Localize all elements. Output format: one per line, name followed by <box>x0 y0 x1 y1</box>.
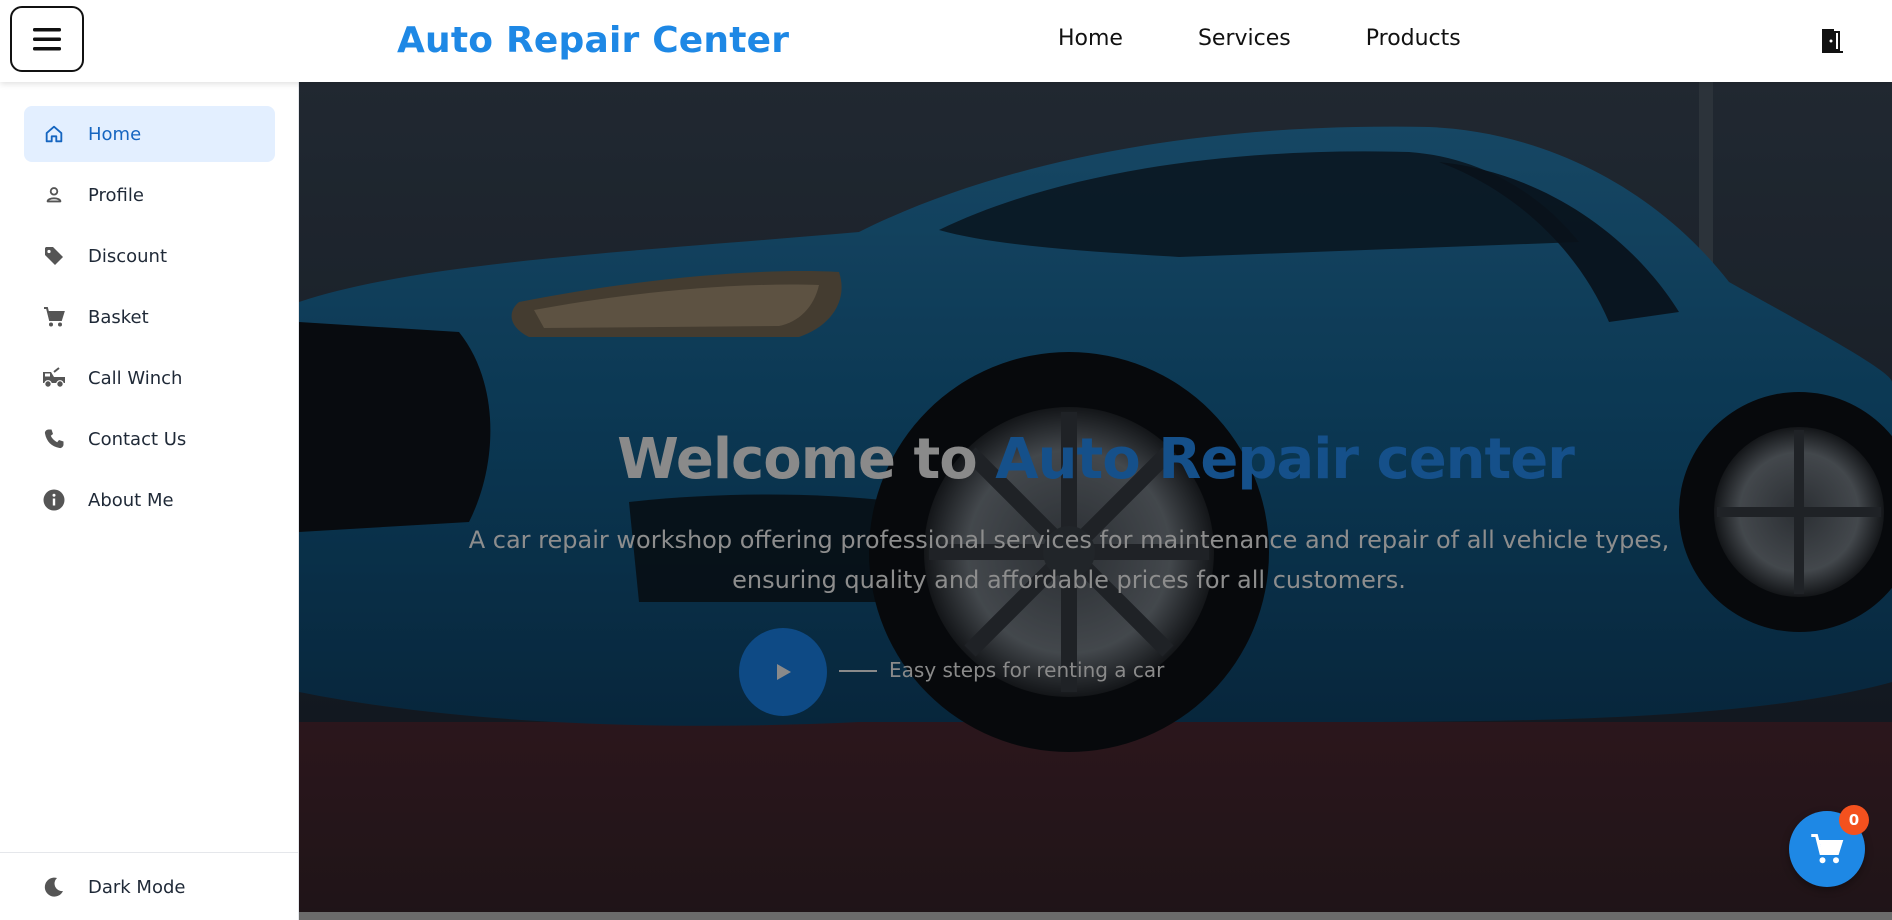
hero-title: Welcome to Auto Repair center <box>299 427 1892 492</box>
play-button[interactable] <box>739 628 827 716</box>
sidebar-item-about-me[interactable]: About Me <box>24 472 275 528</box>
sidebar-divider <box>0 852 298 853</box>
top-nav: Home Services Products <box>1058 26 1536 51</box>
sidebar-item-call-winch[interactable]: Call Winch <box>24 350 275 406</box>
hero-description: A car repair workshop offering professio… <box>468 526 1670 594</box>
hero-bottom-strip <box>299 912 1892 920</box>
top-bar: Auto Repair Center Home Services Product… <box>0 0 1892 82</box>
sidebar-item-profile[interactable]: Profile <box>24 167 275 223</box>
sidebar: Home Profile Discount Basket Call Winch … <box>0 82 299 920</box>
menu-button[interactable] <box>10 6 84 72</box>
info-icon <box>40 486 68 514</box>
sidebar-item-label: Profile <box>88 184 144 206</box>
person-icon <box>40 181 68 209</box>
sidebar-item-home[interactable]: Home <box>24 106 275 162</box>
sidebar-item-label: Discount <box>88 245 168 267</box>
home-icon <box>40 120 68 148</box>
hero-title-part2: Auto Repair center <box>995 427 1575 492</box>
brand-title[interactable]: Auto Repair Center <box>397 20 789 61</box>
nav-products[interactable]: Products <box>1366 26 1461 51</box>
sidebar-item-label: Call Winch <box>88 367 183 389</box>
moon-icon <box>40 873 68 901</box>
sidebar-item-contact-us[interactable]: Contact Us <box>24 411 275 467</box>
phone-icon <box>40 425 68 453</box>
hero-title-part1: Welcome to <box>617 427 996 492</box>
play-icon <box>777 664 791 680</box>
steps-link[interactable]: Easy steps for renting a car <box>889 658 1164 682</box>
tow-truck-icon <box>40 364 68 392</box>
logout-button[interactable] <box>1816 26 1846 56</box>
dark-mode-label: Dark Mode <box>88 876 186 898</box>
sidebar-item-discount[interactable]: Discount <box>24 228 275 284</box>
tag-icon <box>40 242 68 270</box>
sidebar-item-label: Home <box>88 123 142 145</box>
cart-icon <box>1811 834 1844 864</box>
nav-home[interactable]: Home <box>1058 26 1123 51</box>
sidebar-item-label: About Me <box>88 489 174 511</box>
steps-divider-line <box>839 670 877 672</box>
sidebar-item-label: Contact Us <box>88 428 187 450</box>
hamburger-icon <box>33 28 61 51</box>
cart-count-badge: 0 <box>1839 805 1869 835</box>
sidebar-item-label: Basket <box>88 306 149 328</box>
hero-background-image <box>299 82 1892 912</box>
nav-services[interactable]: Services <box>1198 26 1291 51</box>
door-exit-icon <box>1822 29 1843 53</box>
cart-icon <box>40 303 68 331</box>
hero-section: Welcome to Auto Repair center A car repa… <box>299 82 1892 912</box>
dark-mode-toggle[interactable]: Dark Mode <box>24 859 275 915</box>
sidebar-item-basket[interactable]: Basket <box>24 289 275 345</box>
